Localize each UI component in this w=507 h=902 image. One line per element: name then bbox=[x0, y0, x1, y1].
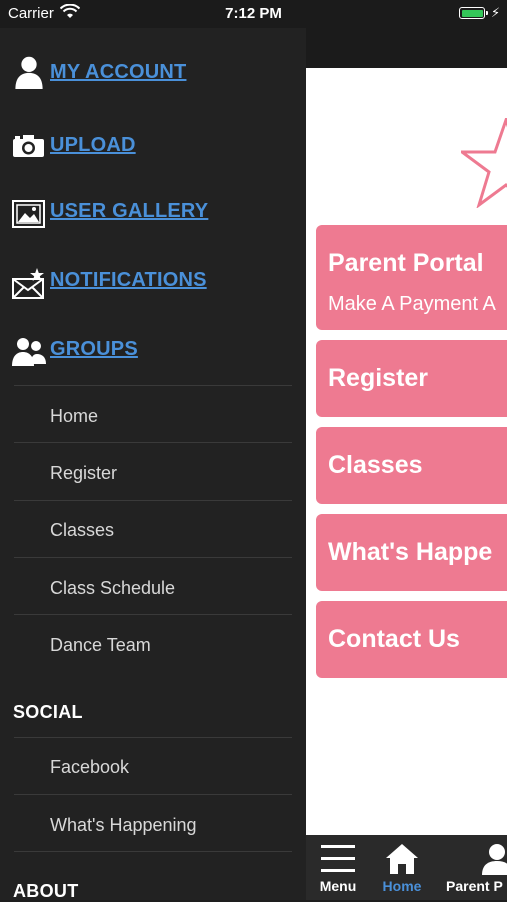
clock: 7:12 PM bbox=[225, 5, 282, 22]
divider bbox=[14, 794, 292, 795]
battery-charging-icon bbox=[459, 7, 488, 19]
card-title: Classes bbox=[328, 451, 423, 479]
card-register[interactable]: Register bbox=[316, 340, 507, 417]
card-title: Contact Us bbox=[328, 625, 460, 653]
card-parent-portal[interactable]: Parent Portal Make A Payment A bbox=[316, 225, 507, 330]
tab-home[interactable]: Home bbox=[372, 835, 432, 900]
person-icon bbox=[15, 56, 43, 89]
drawer-item-label: GROUPS bbox=[50, 338, 138, 360]
tab-label: Parent P bbox=[446, 878, 503, 894]
drawer-item-label: MY ACCOUNT bbox=[50, 61, 187, 83]
drawer-item-label: UPLOAD bbox=[50, 134, 136, 156]
nav-item-classes[interactable]: Classes bbox=[50, 520, 114, 541]
card-contact-us[interactable]: Contact Us bbox=[316, 601, 507, 678]
nav-item-whats-happening[interactable]: What's Happening bbox=[50, 815, 197, 836]
camera-icon bbox=[13, 135, 44, 157]
gallery-icon bbox=[12, 200, 45, 228]
home-icon bbox=[386, 844, 418, 874]
hamburger-icon bbox=[321, 845, 355, 872]
main-content: Parent Portal Make A Payment A Register … bbox=[306, 68, 507, 835]
group-icon bbox=[12, 338, 46, 366]
tab-parent-portal[interactable]: Parent P bbox=[438, 835, 507, 900]
divider bbox=[14, 737, 292, 738]
divider bbox=[14, 851, 292, 852]
drawer-item-groups[interactable]: GROUPS bbox=[0, 326, 306, 382]
charging-bolt-icon: ⚡ bbox=[491, 5, 501, 20]
drawer-item-user-gallery[interactable]: USER GALLERY bbox=[0, 188, 306, 244]
card-whats-happening[interactable]: What's Happe bbox=[316, 514, 507, 591]
drawer-item-upload[interactable]: UPLOAD bbox=[0, 122, 306, 178]
nav-item-facebook[interactable]: Facebook bbox=[50, 757, 129, 778]
drawer-item-label: USER GALLERY bbox=[50, 200, 209, 222]
card-subtitle: Make A Payment A bbox=[328, 293, 496, 315]
drawer-item-my-account[interactable]: MY ACCOUNT bbox=[0, 50, 306, 106]
envelope-star-icon bbox=[12, 268, 44, 299]
card-title: What's Happe bbox=[328, 538, 493, 566]
tab-label: Menu bbox=[319, 878, 357, 894]
tab-bar: Menu Home Parent P bbox=[306, 835, 507, 900]
person-icon bbox=[482, 844, 507, 875]
card-title: Register bbox=[328, 364, 429, 392]
section-heading-about: ABOUT bbox=[13, 881, 79, 901]
divider bbox=[14, 614, 292, 615]
card-title: Parent Portal bbox=[328, 249, 484, 277]
drawer-item-notifications[interactable]: NOTIFICATIONS bbox=[0, 256, 306, 312]
star-logo-icon bbox=[461, 118, 507, 208]
tab-label: Home bbox=[382, 878, 422, 894]
divider bbox=[14, 442, 292, 443]
nav-item-dance-team[interactable]: Dance Team bbox=[50, 635, 151, 656]
divider bbox=[14, 385, 292, 386]
status-bar: Carrier 7:12 PM ⚡ bbox=[0, 0, 507, 28]
tab-menu[interactable]: Menu bbox=[310, 835, 366, 900]
nav-item-class-schedule[interactable]: Class Schedule bbox=[50, 578, 175, 599]
divider bbox=[14, 557, 292, 558]
drawer-item-label: NOTIFICATIONS bbox=[50, 269, 207, 291]
card-classes[interactable]: Classes bbox=[316, 427, 507, 504]
side-drawer: MY ACCOUNT UPLOAD USER GALLERY NOTIFICAT… bbox=[0, 28, 306, 901]
divider bbox=[14, 500, 292, 501]
main-header-bar bbox=[306, 28, 507, 68]
section-heading-social: SOCIAL bbox=[13, 702, 83, 722]
nav-item-home[interactable]: Home bbox=[50, 406, 98, 427]
nav-item-register[interactable]: Register bbox=[50, 463, 117, 484]
